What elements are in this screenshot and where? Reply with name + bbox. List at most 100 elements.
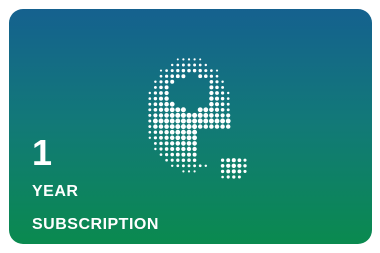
halftone-dot <box>214 124 220 129</box>
halftone-dot <box>204 164 208 168</box>
halftone-dot <box>192 68 197 73</box>
halftone-dot <box>215 80 219 84</box>
halftone-dot <box>193 63 197 67</box>
halftone-dot <box>153 107 158 112</box>
halftone-dot <box>187 68 191 73</box>
halftone-dot <box>148 97 152 100</box>
halftone-dot <box>187 58 191 61</box>
halftone-dot <box>175 124 181 130</box>
halftone-dot <box>153 141 157 145</box>
halftone-dot <box>148 108 152 112</box>
halftone-dot <box>148 102 152 106</box>
halftone-dot <box>220 96 225 101</box>
halftone-dot <box>159 147 163 151</box>
halftone-dot <box>159 153 163 156</box>
halftone-dot <box>215 69 219 72</box>
halftone-dot <box>209 79 214 84</box>
halftone-dot <box>164 141 169 146</box>
halftone-dot <box>204 69 208 73</box>
halftone-dot <box>192 129 198 135</box>
halftone-e-logo-icon <box>148 58 247 179</box>
halftone-dot <box>158 102 164 107</box>
halftone-dot <box>187 170 191 173</box>
halftone-dot <box>186 141 192 146</box>
halftone-dot <box>243 164 247 168</box>
halftone-dot <box>225 124 231 129</box>
halftone-dot <box>186 135 192 141</box>
halftone-dot <box>186 146 192 152</box>
halftone-dot <box>152 118 158 124</box>
halftone-dot <box>181 158 186 162</box>
halftone-dot <box>231 169 236 174</box>
halftone-dot <box>209 101 214 107</box>
halftone-dot <box>192 124 198 130</box>
halftone-dot <box>215 74 219 78</box>
halftone-dot <box>175 118 181 124</box>
halftone-dot <box>193 58 196 61</box>
halftone-dot <box>164 90 169 96</box>
halftone-dot <box>176 58 179 61</box>
halftone-dot <box>187 158 191 162</box>
halftone-dot <box>148 130 152 134</box>
halftone-dot <box>209 74 214 78</box>
halftone-dot <box>208 118 214 124</box>
halftone-dot <box>220 91 225 95</box>
halftone-dot <box>203 124 209 129</box>
halftone-dot <box>169 112 175 118</box>
halftone-dot <box>181 164 185 168</box>
halftone-dot <box>175 129 181 135</box>
halftone-dot <box>169 107 175 113</box>
halftone-dot <box>193 170 196 173</box>
halftone-dot <box>159 141 163 146</box>
halftone-dot <box>221 175 224 179</box>
halftone-dot <box>180 107 186 113</box>
halftone-dot <box>243 158 247 162</box>
halftone-dot <box>237 169 242 174</box>
halftone-dot <box>215 91 219 95</box>
halftone-dot <box>197 112 203 118</box>
halftone-dot <box>214 107 220 112</box>
halftone-dot <box>148 119 152 123</box>
halftone-dot <box>164 101 169 107</box>
halftone-dot <box>186 124 192 130</box>
halftone-dot <box>226 169 231 174</box>
halftone-dot <box>203 107 209 113</box>
halftone-dot <box>175 152 180 157</box>
halftone-dot <box>220 158 225 162</box>
halftone-dot <box>170 152 174 157</box>
halftone-dot <box>210 69 213 72</box>
halftone-dot <box>180 118 186 124</box>
halftone-dot <box>226 108 230 112</box>
halftone-dot <box>175 74 180 79</box>
halftone-dot <box>170 69 174 73</box>
subscription-card[interactable]: 1 YEAR SUBSCRIPTION <box>9 9 372 244</box>
halftone-dot <box>199 58 202 61</box>
halftone-dot <box>170 141 175 146</box>
halftone-dot <box>176 63 180 67</box>
halftone-dot <box>175 146 180 152</box>
halftone-dot <box>148 113 152 117</box>
halftone-dot <box>158 118 164 124</box>
halftone-dot <box>170 164 174 168</box>
halftone-dot <box>164 96 169 101</box>
halftone-dot <box>170 63 174 67</box>
halftone-dot <box>209 124 214 129</box>
halftone-dot <box>181 152 186 157</box>
subscription-duration: 1 <box>32 132 53 173</box>
halftone-dot <box>180 124 186 130</box>
halftone-dot <box>176 164 180 168</box>
halftone-dot <box>198 164 202 168</box>
halftone-dot <box>159 85 163 90</box>
halftone-dot <box>148 136 151 139</box>
halftone-dot <box>220 113 225 118</box>
halftone-dot <box>175 112 181 118</box>
halftone-dot <box>209 85 214 90</box>
halftone-dot <box>181 141 186 146</box>
halftone-dot <box>180 129 186 135</box>
halftone-dot <box>153 91 158 95</box>
halftone-dot <box>148 125 152 129</box>
halftone-dot <box>153 113 158 118</box>
halftone-dot <box>154 80 157 84</box>
halftone-dot <box>169 135 175 141</box>
halftone-dot <box>186 112 192 118</box>
